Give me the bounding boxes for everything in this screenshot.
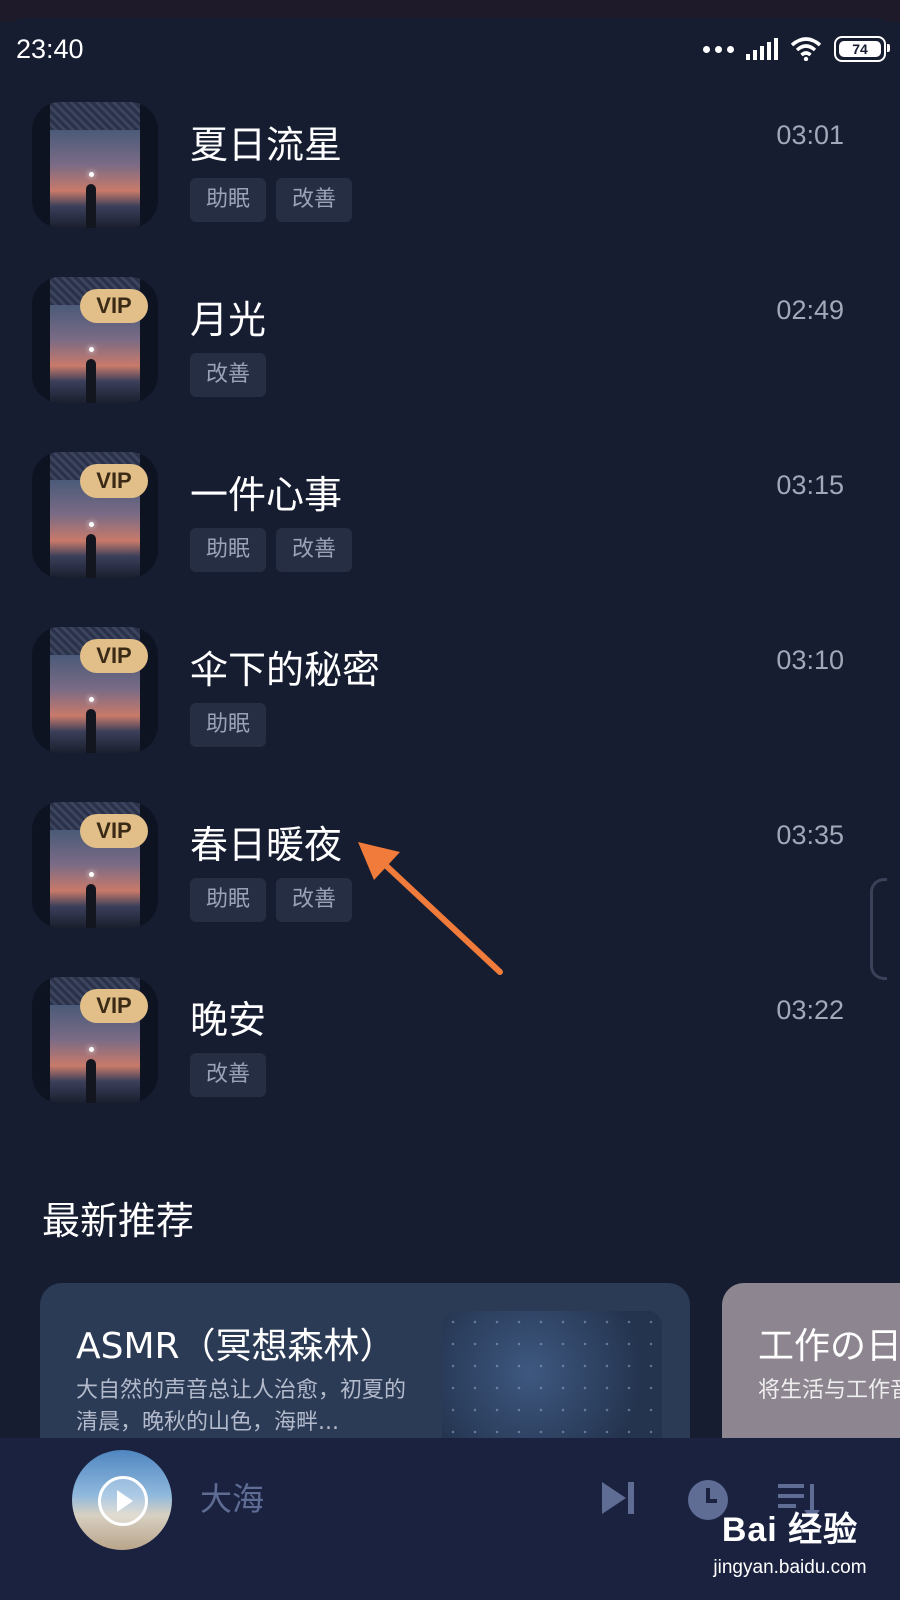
track-title: 夏日流星 bbox=[190, 123, 343, 167]
recommendation-description: 将生活与工作音的角度去看 bbox=[758, 1378, 900, 1403]
track-duration: 02:49 bbox=[776, 295, 844, 325]
track-item[interactable]: 夏日流星 助眠 改善 03:01 bbox=[0, 102, 900, 277]
track-duration: 03:15 bbox=[776, 470, 844, 500]
track-duration: 03:35 bbox=[776, 820, 844, 850]
track-tags: 助眠 bbox=[190, 703, 267, 747]
dots-icon bbox=[703, 45, 734, 53]
tag: 改善 bbox=[190, 353, 267, 397]
track-cover bbox=[32, 102, 158, 228]
track-title: 晚安 bbox=[190, 998, 267, 1042]
tag: 改善 bbox=[276, 178, 353, 222]
vip-badge: VIP bbox=[80, 464, 148, 498]
tag: 助眠 bbox=[190, 878, 267, 922]
recommendation-title: 工作の日 bbox=[758, 1326, 900, 1367]
track-item[interactable]: VIP 一件心事 助眠 改善 03:15 bbox=[0, 452, 900, 627]
track-tags: 改善 bbox=[190, 1053, 267, 1097]
track-list: 夏日流星 助眠 改善 03:01 VIP 月光 改善 02:49 VIP 一件心… bbox=[0, 102, 900, 1152]
track-title: 月光 bbox=[190, 298, 267, 342]
watermark-logo: Bai 经验 bbox=[721, 1511, 859, 1549]
annotation-arrow bbox=[358, 842, 503, 975]
signal-icon bbox=[746, 38, 778, 60]
tag: 改善 bbox=[276, 528, 353, 572]
track-item[interactable]: VIP 晚安 改善 03:22 bbox=[0, 977, 900, 1152]
track-title: 春日暖夜 bbox=[190, 823, 343, 867]
vip-badge: VIP bbox=[80, 989, 148, 1023]
wifi-icon bbox=[790, 37, 822, 61]
recommendation-card[interactable]: 工作の日 将生活与工作音的角度去看 bbox=[722, 1283, 900, 1463]
tag: 改善 bbox=[276, 878, 353, 922]
watermark-url: jingyan.baidu.com bbox=[713, 1557, 867, 1578]
track-duration: 03:10 bbox=[776, 645, 844, 675]
track-item[interactable]: VIP 月光 改善 02:49 bbox=[0, 277, 900, 452]
track-duration: 03:01 bbox=[776, 120, 844, 150]
vip-badge: VIP bbox=[80, 814, 148, 848]
tag: 助眠 bbox=[190, 178, 267, 222]
next-icon[interactable] bbox=[598, 1478, 638, 1518]
track-tags: 助眠 改善 bbox=[190, 878, 353, 922]
status-icons: 74 bbox=[703, 36, 890, 62]
section-title: 最新推荐 bbox=[42, 1199, 195, 1243]
recommendation-title: ASMR（冥想森林） bbox=[76, 1326, 396, 1367]
scroll-handle[interactable] bbox=[870, 878, 887, 980]
tag: 改善 bbox=[190, 1053, 267, 1097]
track-tags: 助眠 改善 bbox=[190, 178, 353, 222]
battery-icon: 74 bbox=[834, 36, 890, 62]
status-time: 23:40 bbox=[16, 33, 84, 64]
tag: 助眠 bbox=[190, 703, 267, 747]
track-tags: 改善 bbox=[190, 353, 267, 397]
track-duration: 03:22 bbox=[776, 995, 844, 1025]
play-icon[interactable] bbox=[98, 1476, 148, 1526]
baidu-watermark: Bai 经验 jingyan.baidu.com bbox=[690, 1502, 890, 1592]
album-art[interactable] bbox=[72, 1450, 172, 1550]
recommendation-card[interactable]: ASMR（冥想森林） 大自然的声音总让人治愈，初夏的清晨，晚秋的山色，海畔... bbox=[40, 1283, 690, 1463]
vip-badge: VIP bbox=[80, 289, 148, 323]
now-playing-title: 大海 bbox=[200, 1480, 265, 1518]
track-title: 一件心事 bbox=[190, 473, 343, 517]
recommendation-description: 大自然的声音总让人治愈，初夏的清晨，晚秋的山色，海畔... bbox=[76, 1378, 407, 1435]
status-bar: 23:40 74 bbox=[0, 18, 900, 80]
track-item[interactable]: VIP 伞下的秘密 助眠 03:10 bbox=[0, 627, 900, 802]
vip-badge: VIP bbox=[80, 639, 148, 673]
tag: 助眠 bbox=[190, 528, 267, 572]
track-title: 伞下的秘密 bbox=[190, 648, 381, 692]
track-tags: 助眠 改善 bbox=[190, 528, 353, 572]
battery-level: 74 bbox=[839, 41, 881, 57]
